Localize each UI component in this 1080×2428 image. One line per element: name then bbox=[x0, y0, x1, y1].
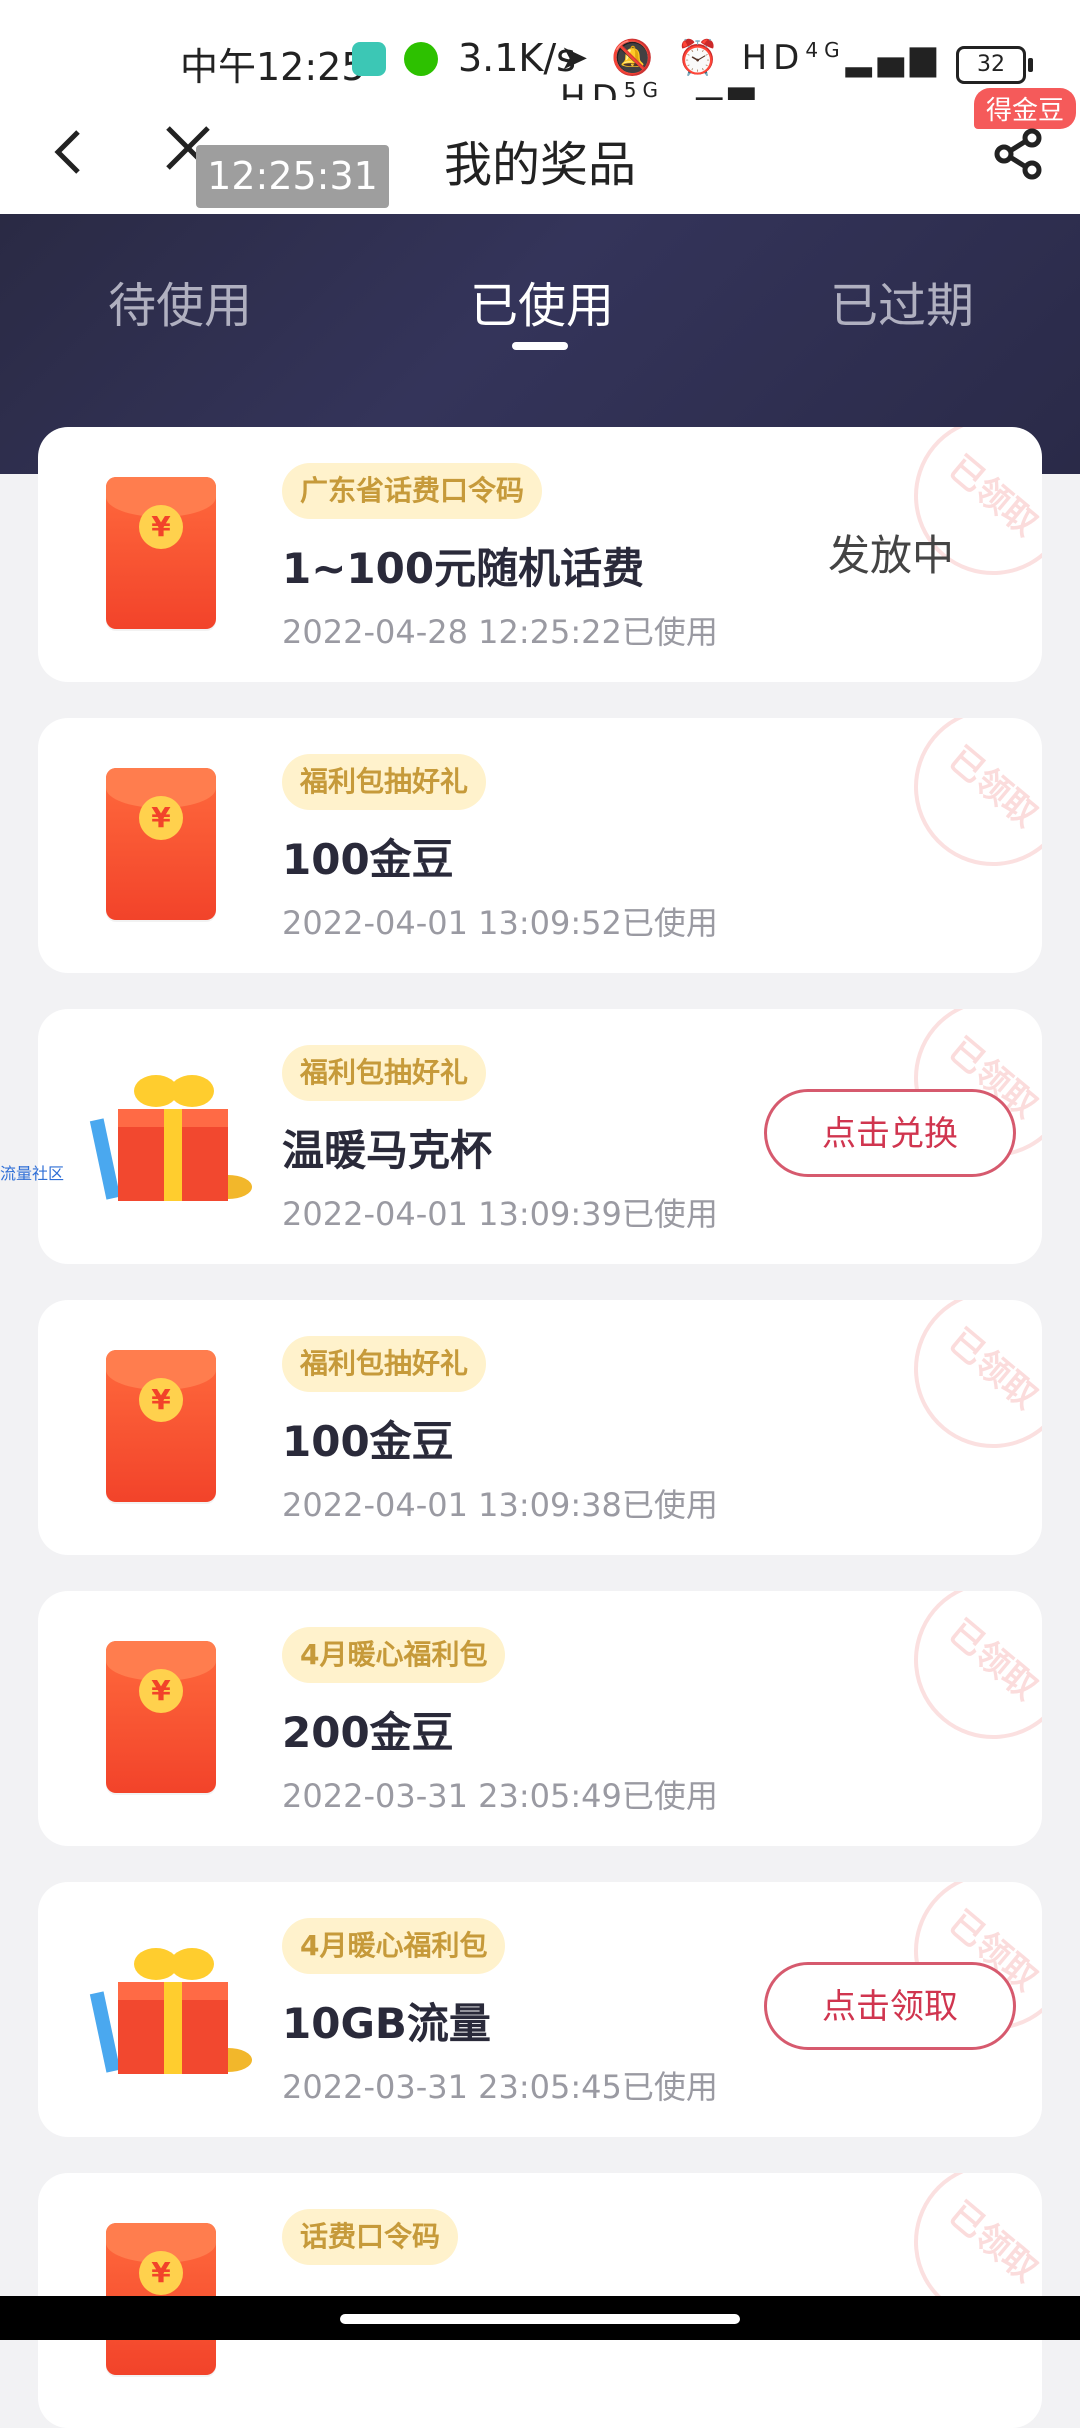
prize-status: 发放中 bbox=[828, 531, 955, 580]
share-badge: 得金豆 bbox=[974, 88, 1077, 129]
gift-box-icon bbox=[89, 1059, 252, 1214]
gift-box-icon bbox=[89, 1932, 252, 2087]
prize-tag: 话费口令码 bbox=[282, 2209, 459, 2265]
prize-tag: 4月暖心福利包 bbox=[282, 1918, 506, 1974]
red-packet-icon: ¥ bbox=[106, 1350, 216, 1505]
prize-date: 2022-03-31 23:05:45已使用 bbox=[282, 2068, 718, 2106]
location-share-icon bbox=[352, 42, 386, 76]
prize-date: 2022-04-01 13:09:39已使用 bbox=[282, 1195, 718, 1233]
page-title: 我的奖品 bbox=[443, 137, 636, 193]
claimed-stamp: 已领取 bbox=[881, 1591, 1042, 1772]
red-packet-icon: ¥ bbox=[106, 1641, 216, 1796]
prize-tag: 福利包抽好礼 bbox=[282, 1045, 487, 1101]
red-packet-icon: ¥ bbox=[106, 768, 216, 923]
home-indicator[interactable] bbox=[340, 2314, 740, 2324]
network-speed: 3.1K/s bbox=[458, 36, 576, 80]
prize-title: 1~100元随机话费 bbox=[282, 544, 645, 593]
claim-button[interactable]: 点击领取 bbox=[764, 1962, 1016, 2050]
prize-date: 2022-04-01 13:09:52已使用 bbox=[282, 904, 718, 942]
prize-tag: 4月暖心福利包 bbox=[282, 1627, 506, 1683]
watermark-text: 流量社区 bbox=[0, 1164, 65, 1183]
prize-title: 100金豆 bbox=[282, 835, 454, 884]
prize-title: 10GB流量 bbox=[282, 1999, 491, 2048]
signal-5g-label: 5G bbox=[623, 78, 664, 102]
prize-tag: 福利包抽好礼 bbox=[282, 1336, 487, 1392]
redeem-button[interactable]: 点击兑换 bbox=[764, 1089, 1016, 1177]
prize-title: 200金豆 bbox=[282, 1708, 454, 1757]
claimed-stamp: 已领取 bbox=[881, 718, 1042, 899]
prize-card[interactable]: 已领取 福利包抽好礼 温暖马克杯 2022-04-01 13:09:39已使用 … bbox=[38, 1009, 1042, 1264]
overlay-timestamp: 12:25:31 bbox=[196, 145, 389, 208]
prize-date: 2022-04-01 13:09:38已使用 bbox=[282, 1486, 718, 1524]
prize-tag: 广东省话费口令码 bbox=[282, 463, 543, 519]
share-icon[interactable] bbox=[990, 124, 1050, 184]
tab-used[interactable]: 已使用 bbox=[470, 266, 614, 336]
battery-icon: 32 bbox=[956, 46, 1033, 84]
prize-date: 2022-03-31 23:05:49已使用 bbox=[282, 1777, 718, 1815]
status-time: 中午12:25 bbox=[180, 45, 366, 89]
prize-card[interactable]: 已领取 ¥ 福利包抽好礼 100金豆 2022-04-01 13:09:38已使… bbox=[38, 1300, 1042, 1555]
prize-tag: 福利包抽好礼 bbox=[282, 754, 487, 810]
tab-pending[interactable]: 待使用 bbox=[108, 266, 252, 336]
prize-card[interactable]: 已领取 4月暖心福利包 10GB流量 2022-03-31 23:05:45已使… bbox=[38, 1882, 1042, 2137]
signal-4g-label: 4G bbox=[805, 38, 846, 62]
claimed-stamp: 已领取 bbox=[881, 1300, 1042, 1481]
prize-card[interactable]: 已领取 ¥ 福利包抽好礼 100金豆 2022-04-01 13:09:52已使… bbox=[38, 718, 1042, 973]
nav-bar: 我的奖品 12:25:31 得金豆 bbox=[0, 88, 1080, 214]
tab-expired[interactable]: 已过期 bbox=[830, 266, 974, 336]
system-nav-bar bbox=[0, 2296, 1080, 2340]
prize-title: 100金豆 bbox=[282, 1417, 454, 1466]
active-tab-indicator bbox=[512, 342, 568, 350]
wechat-icon bbox=[404, 42, 438, 76]
prize-title: 温暖马克杯 bbox=[282, 1126, 493, 1175]
hd-icon: HD bbox=[741, 38, 806, 78]
prize-card[interactable]: 已领取 ¥ 4月暖心福利包 200金豆 2022-03-31 23:05:49已… bbox=[38, 1591, 1042, 1846]
prize-date: 2022-04-28 12:25:22已使用 bbox=[282, 613, 718, 651]
red-packet-icon: ¥ bbox=[106, 477, 216, 632]
prize-card[interactable]: 已领取 ¥ 广东省话费口令码 1~100元随机话费 2022-04-28 12:… bbox=[38, 427, 1042, 682]
